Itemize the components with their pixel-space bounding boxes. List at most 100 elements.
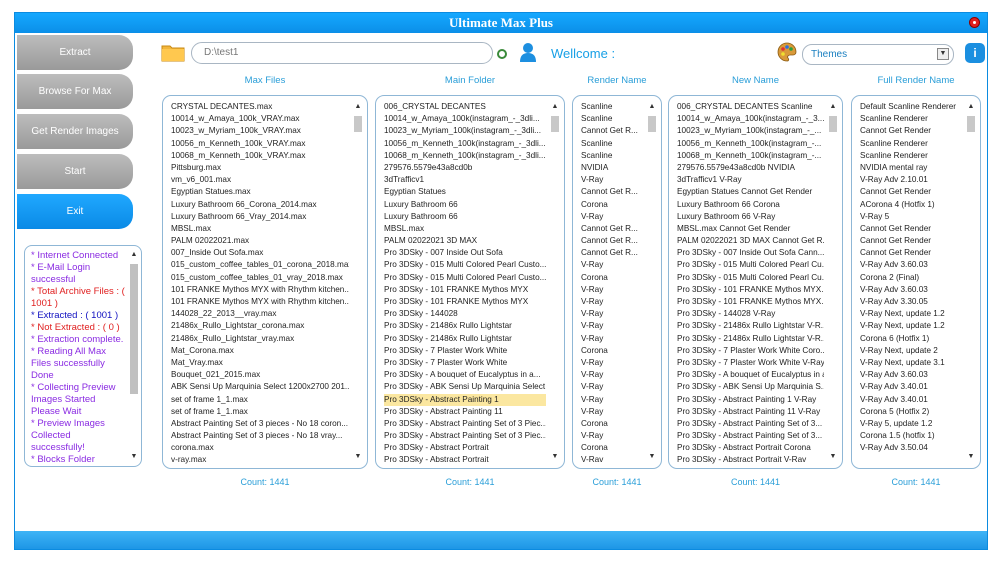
list-item[interactable]: V-Ray [581,308,643,320]
list-item[interactable]: 10056_m_Kenneth_100k(instagram_-... [677,138,824,150]
list-item[interactable]: Corona [581,199,643,211]
list-item[interactable]: 10056_m_Kenneth_100k_VRAY.max [171,138,349,150]
list-item[interactable]: V-Ray [581,259,643,271]
list-item[interactable]: 006_CRYSTAL DECANTES Scanline [677,101,824,113]
list-item[interactable]: V-Ray Adv 3.40.01 [860,394,962,406]
scroll-down-icon[interactable]: ▼ [828,452,838,462]
list-item[interactable]: Scanline [581,138,643,150]
list-item[interactable]: Pro 3DSky - 015 Multi Colored Pearl Cu..… [677,259,824,271]
info-icon[interactable]: i [965,43,985,63]
extract-button[interactable]: Extract [17,35,133,70]
list-item[interactable]: 10014_w_Amaya_100k(instagram_-_3dli... [384,113,546,125]
list-full-render-name[interactable]: Default Scanline Renderer Scanline Render… [851,95,981,469]
list-item[interactable]: V-Ray [581,406,643,418]
list-item[interactable]: V-Ray Adv 3.60.03 [860,259,962,271]
scrollbar[interactable]: ▲ ▼ [353,102,363,462]
list-item[interactable]: V-Ray [581,296,643,308]
list-item[interactable]: PALM 02022021 3D MAX Cannot Get R... [677,235,824,247]
scroll-thumb[interactable] [648,116,656,132]
list-item[interactable]: Pro 3DSky - Abstract Painting 1 V-Ray [677,394,824,406]
list-item[interactable]: Pro 3DSky - Abstract Painting 11 [384,406,546,418]
list-item[interactable]: Pro 3DSky - Abstract Painting Set of 3 P… [384,430,546,442]
list-item[interactable]: NVIDIA [581,162,643,174]
list-item[interactable]: V-Ray [581,284,643,296]
list-item[interactable]: V-Ray [581,333,643,345]
list-item[interactable]: 10056_m_Kenneth_100k(instagram_-_3dli... [384,138,546,150]
exit-button[interactable]: Exit [17,194,133,229]
list-item[interactable]: V-Ray [581,430,643,442]
list-item[interactable]: V-Ray Next, update 1.2 [860,308,962,320]
list-item[interactable]: Cannot Get Render [860,186,962,198]
list-new-name[interactable]: 006_CRYSTAL DECANTES Scanline 10014_w_Ama… [668,95,843,469]
path-input[interactable]: D:\test1 [191,42,493,64]
scroll-down-icon[interactable]: ▼ [966,452,976,462]
list-item[interactable]: 279576.5579e43a8cd0b NVIDIA [677,162,824,174]
list-item[interactable]: 21486x_Rullo_Lightstar_corona.max [171,320,349,332]
list-item[interactable]: V-Ray [581,369,643,381]
list-item[interactable]: V-Ray Adv 3.60.03 [860,284,962,296]
list-item[interactable]: Corona 2 (Final) [860,272,962,284]
list-item[interactable]: ACorona 4 (Hotfix 1) [860,199,962,211]
list-item[interactable]: Cannot Get Render [860,235,962,247]
list-item[interactable]: 10068_m_Kenneth_100k_VRAY.max [171,150,349,162]
browse-for-max-button[interactable]: Browse For Max [17,74,133,109]
scroll-up-icon[interactable]: ▲ [966,102,976,112]
list-item[interactable]: 144028_22_2013__vray.max [171,308,349,320]
list-item[interactable]: Cannot Get R... [581,247,643,259]
get-render-images-button[interactable]: Get Render Images [17,114,133,149]
list-item[interactable]: Pittsburg.max [171,162,349,174]
list-item[interactable]: Corona 6 (Hotfix 1) [860,333,962,345]
list-item[interactable]: Cannot Get R... [581,186,643,198]
list-item[interactable]: Cannot Get R... [581,223,643,235]
list-item[interactable]: 21486x_Rullo_Lightstar_vray.max [171,333,349,345]
status-scrollbar[interactable]: ▲ ▼ [129,250,139,462]
list-item[interactable]: Pro 3DSky - Abstract Painting Set of 3 P… [384,418,546,430]
close-icon[interactable] [969,17,980,28]
list-item[interactable]: vm_v6_001.max [171,174,349,186]
list-item[interactable]: Egyptian Statues [384,186,546,198]
list-item[interactable]: 007_Inside Out Sofa.max [171,247,349,259]
list-item[interactable]: V-Ray [581,381,643,393]
list-item[interactable]: Corona 1.5 (hotfix 1) [860,430,962,442]
list-item[interactable]: 10023_w_Myriam_100k(instagram_-_3dli... [384,125,546,137]
list-item[interactable]: CRYSTAL DECANTES.max [171,101,349,113]
scroll-down-icon[interactable]: ▼ [550,452,560,462]
list-item[interactable]: NVIDIA mental ray [860,162,962,174]
list-item[interactable]: V-Ray 5, update 1.2 [860,418,962,430]
list-item[interactable]: Pro 3DSky - Abstract Painting 11 V-Ray [677,406,824,418]
list-item[interactable]: Scanline Renderer [860,138,962,150]
list-item[interactable]: V-Ray Next, update 1.2 [860,320,962,332]
list-item[interactable]: 10014_w_Amaya_100k(instagram_-_3... [677,113,824,125]
list-item[interactable]: V-Ray [581,211,643,223]
list-item[interactable]: Pro 3DSky - Abstract Painting Set of 3..… [677,430,824,442]
scroll-up-icon[interactable]: ▲ [647,102,657,112]
list-item[interactable]: Bouquet_021_2015.max [171,369,349,381]
list-item[interactable]: Pro 3DSky - 007 Inside Out Sofa [384,247,546,259]
start-button[interactable]: Start [17,154,133,189]
list-item[interactable]: V-Ray [581,174,643,186]
themes-select[interactable]: Themes ▼ [802,44,954,65]
list-item[interactable]: Pro 3DSky - 144028 V-Ray [677,308,824,320]
list-item[interactable]: Scanline [581,101,643,113]
list-item[interactable]: Pro 3DSky - 101 FRANKE Mythos MYX [384,296,546,308]
list-item[interactable]: Pro 3DSky - 101 FRANKE Mythos MYX... [677,296,824,308]
list-item[interactable]: Pro 3DSky - 101 FRANKE Mythos MYX [384,284,546,296]
list-item[interactable]: V-Ray Adv 3.30.05 [860,296,962,308]
list-item[interactable]: 10023_w_Myriam_100k(instagram_-_... [677,125,824,137]
list-item[interactable]: Abstract Painting Set of 3 pieces - No 1… [171,430,349,442]
list-item[interactable]: Pro 3DSky - Abstract Portrait [384,454,546,466]
list-item[interactable]: Pro 3DSky - 144028 [384,308,546,320]
list-item[interactable]: V-Ray Next, update 2 [860,345,962,357]
list-item[interactable]: Luxury Bathroom 66 [384,199,546,211]
list-item[interactable]: Pro 3DSky - 7 Plaster Work White [384,357,546,369]
list-item[interactable]: Corona 5 (Hotfix 2) [860,406,962,418]
list-item[interactable]: 3dTrafficv1 [384,174,546,186]
status-log[interactable]: * Internet Connected * E-Mail Login succe… [24,245,142,467]
list-item[interactable]: ABK Sensi Up Marquinia Select 1200x2700 … [171,381,349,393]
list-main-folder[interactable]: 006_CRYSTAL DECANTES 10014_w_Amaya_100k(i… [375,95,565,469]
list-item[interactable]: Pro 3DSky - 015 Multi Colored Pearl Cu..… [677,272,824,284]
list-item[interactable]: Pro 3DSky - Abstract Painting 1 [384,393,546,406]
list-item[interactable]: Scanline Renderer [860,113,962,125]
list-item[interactable]: Default Scanline Renderer [860,101,962,113]
folder-icon[interactable] [161,43,185,67]
